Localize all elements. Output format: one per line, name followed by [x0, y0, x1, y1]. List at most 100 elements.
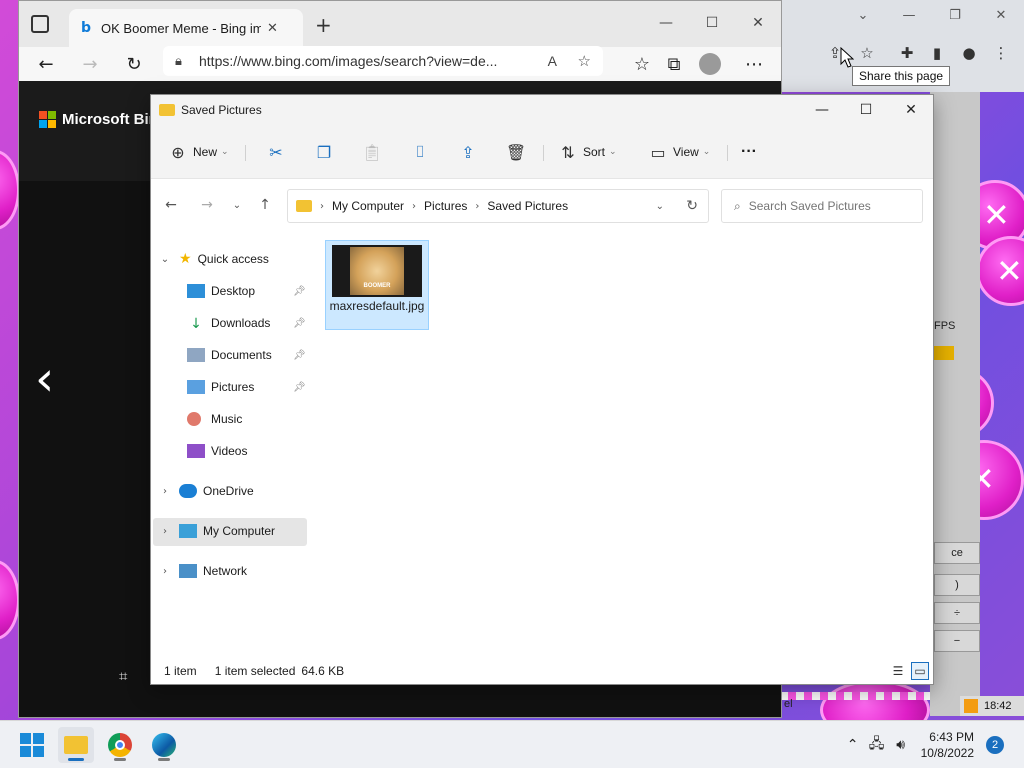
profile-avatar[interactable]: [695, 50, 725, 78]
sort-label: Sort: [583, 145, 606, 159]
file-explorer-taskbar-button[interactable]: [58, 727, 94, 763]
image-thumbnail: BOOMER: [332, 245, 422, 297]
chevron-up-icon[interactable]: ⌃: [841, 737, 865, 753]
edge-tab[interactable]: b OK Boomer Meme - Bing images ✕: [69, 9, 303, 47]
up-arrow-icon[interactable]: ↑: [253, 193, 277, 217]
paste-button[interactable]: 📋︎: [361, 137, 383, 167]
close-button[interactable]: ✕: [735, 11, 781, 35]
bing-logo[interactable]: Microsoft Bing: [39, 111, 167, 128]
tab-close-icon[interactable]: ✕: [267, 21, 278, 36]
minimize-button[interactable]: —: [643, 11, 689, 35]
side-panel-icon[interactable]: ▮: [924, 40, 950, 66]
trash-icon: 🗑︎: [505, 142, 527, 162]
rename-button[interactable]: ⌷: [409, 137, 431, 167]
refresh-icon[interactable]: ↻: [686, 198, 698, 214]
notification-badge[interactable]: 2: [986, 736, 1004, 754]
old-app-button[interactable]: ÷: [934, 602, 980, 624]
fps-indicator: [932, 346, 954, 360]
edge-menu-icon[interactable]: ⋯: [739, 50, 769, 78]
chevron-right-icon: ›: [475, 200, 480, 212]
nav-downloads[interactable]: ↓ Downloads 📌︎: [187, 309, 311, 337]
start-button[interactable]: [14, 727, 50, 763]
back-arrow-icon[interactable]: ←: [31, 50, 61, 78]
nav-pictures[interactable]: Pictures 📌︎: [187, 373, 311, 401]
recent-locations-icon[interactable]: ⌄: [225, 193, 249, 217]
visual-search-icon[interactable]: ⌗: [119, 667, 127, 685]
maximize-button[interactable]: ☐: [843, 95, 889, 125]
thumbnail-caption: BOOMER: [363, 283, 391, 289]
chevron-down-icon[interactable]: ⌄: [840, 4, 886, 26]
nav-videos[interactable]: Videos: [187, 437, 247, 465]
forward-arrow-icon[interactable]: →: [195, 193, 219, 217]
pin-icon[interactable]: 📌︎: [293, 350, 306, 361]
download-icon: ↓: [190, 316, 202, 332]
chrome-taskbar-button[interactable]: [102, 727, 138, 763]
chevron-down-icon[interactable]: ⌄: [656, 201, 664, 212]
mouse-cursor-icon: [840, 47, 854, 68]
pin-icon[interactable]: 📌︎: [293, 286, 306, 297]
nav-label: Documents: [211, 348, 272, 362]
pin-icon[interactable]: 📌︎: [293, 318, 306, 329]
nav-music[interactable]: Music: [187, 405, 242, 433]
breadcrumb-my-computer[interactable]: My Computer: [332, 199, 404, 213]
volume-icon[interactable]: 🔊︎: [889, 737, 913, 753]
nav-label: Network: [203, 564, 248, 578]
restore-button[interactable]: ❐: [932, 4, 978, 26]
nav-my-computer[interactable]: › My Computer: [155, 517, 275, 545]
nav-onedrive[interactable]: › OneDrive: [155, 477, 254, 505]
close-button[interactable]: ✕: [888, 95, 934, 125]
new-button[interactable]: ⊕ New ⌄: [167, 137, 228, 167]
cut-button[interactable]: ✂: [265, 137, 287, 167]
read-aloud-icon[interactable]: A: [548, 53, 557, 69]
forward-arrow-icon[interactable]: →: [75, 50, 105, 78]
old-app-button[interactable]: ): [934, 574, 980, 596]
nav-network[interactable]: › Network: [155, 557, 247, 585]
close-button[interactable]: ✕: [978, 4, 1024, 26]
file-item[interactable]: BOOMER maxresdefault.jpg: [325, 240, 429, 330]
profile-icon[interactable]: ●: [956, 40, 982, 66]
nav-quick-access[interactable]: ⌄ ★ Quick access: [155, 245, 269, 273]
collections-icon[interactable]: ⧉: [659, 50, 689, 78]
back-arrow-icon[interactable]: ←: [159, 193, 183, 217]
pin-icon[interactable]: 📌︎: [293, 382, 306, 393]
favorites-icon[interactable]: ☆: [627, 50, 657, 78]
breadcrumb-pictures[interactable]: Pictures: [424, 199, 467, 213]
extensions-icon[interactable]: ✚: [894, 40, 920, 66]
command-bar: ⊕ New ⌄ ✂ ❐ 📋︎ ⌷ ⇪ 🗑︎ ⇅ Sort ⌄ ▭ View ⌄ …: [151, 125, 933, 179]
old-app-button[interactable]: ce: [934, 542, 980, 564]
network-icon[interactable]: 🖧︎: [865, 733, 889, 757]
chrome-menu-icon[interactable]: ⋮: [988, 40, 1014, 66]
edge-taskbar-button[interactable]: [146, 727, 182, 763]
search-input[interactable]: [748, 199, 909, 213]
view-button[interactable]: ▭ View ⌄: [647, 137, 710, 167]
tab-actions-icon[interactable]: [31, 15, 49, 33]
delete-button[interactable]: 🗑︎: [505, 137, 527, 167]
bookmark-star-icon[interactable]: ☆: [854, 40, 880, 66]
sort-button[interactable]: ⇅ Sort ⌄: [557, 137, 616, 167]
more-options-button[interactable]: ···: [741, 137, 757, 167]
new-tab-icon[interactable]: +: [315, 13, 332, 37]
desktop-icon: [187, 284, 205, 298]
bing-favicon-icon: b: [81, 20, 92, 36]
refresh-icon[interactable]: ↻: [119, 50, 149, 78]
share-button[interactable]: ⇪: [457, 137, 479, 167]
clock[interactable]: 6:43 PM 10/8/2022: [921, 729, 974, 761]
details-view-icon[interactable]: ☰: [889, 662, 907, 680]
copy-button[interactable]: ❐: [313, 137, 335, 167]
search-box[interactable]: ⌕: [721, 189, 923, 223]
address-bar[interactable]: 🔒︎ https://www.bing.com/images/search?vi…: [163, 46, 603, 76]
minimize-button[interactable]: —: [799, 95, 845, 125]
nav-documents[interactable]: Documents 📌︎: [187, 341, 311, 369]
tiles-view-icon[interactable]: ▭: [911, 662, 929, 680]
background-app-clock: 18:42: [960, 696, 1024, 716]
nav-desktop[interactable]: Desktop 📌︎: [187, 277, 311, 305]
add-favorite-icon[interactable]: ☆: [578, 52, 591, 70]
minimize-button[interactable]: —: [886, 4, 932, 26]
chevron-left-icon[interactable]: ‹: [35, 351, 54, 407]
breadcrumb-saved-pictures[interactable]: Saved Pictures: [487, 199, 568, 213]
separator: [543, 145, 544, 161]
maximize-button[interactable]: ☐: [689, 11, 735, 35]
breadcrumb[interactable]: › My Computer › Pictures › Saved Picture…: [287, 189, 709, 223]
old-app-button[interactable]: −: [934, 630, 980, 652]
running-indicator: [114, 758, 126, 761]
